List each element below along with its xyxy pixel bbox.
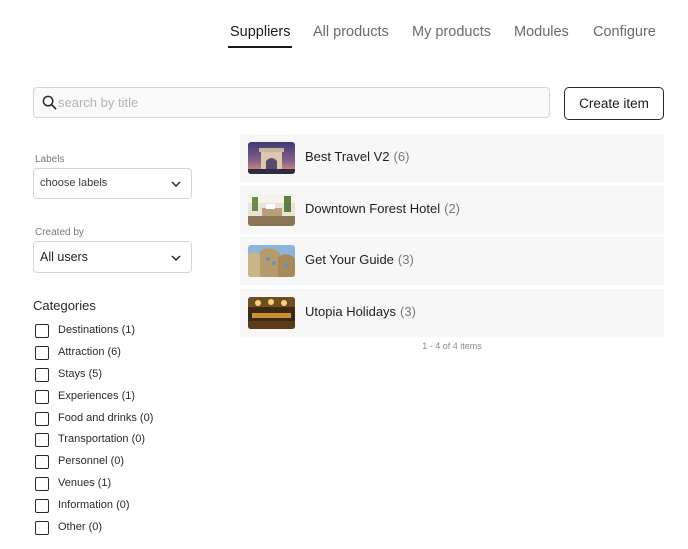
supplier-row[interactable]: Best Travel V2 (6) bbox=[240, 134, 664, 182]
search-icon bbox=[42, 95, 57, 110]
pagination-summary: 1 - 4 of 4 items bbox=[422, 341, 482, 351]
category-label: Transportation (0) bbox=[58, 433, 146, 445]
checkbox[interactable] bbox=[35, 368, 49, 382]
category-item[interactable]: Experiences (1) bbox=[35, 389, 195, 405]
tab-all-products[interactable]: All products bbox=[313, 22, 389, 42]
tab-modules[interactable]: Modules bbox=[514, 22, 569, 42]
supplier-count: (3) bbox=[400, 304, 416, 319]
tab-my-products[interactable]: My products bbox=[412, 22, 491, 42]
category-item[interactable]: Stays (5) bbox=[35, 367, 195, 383]
category-label: Information (0) bbox=[58, 499, 130, 511]
supplier-name: Downtown Forest Hotel bbox=[305, 201, 441, 216]
checkbox[interactable] bbox=[35, 390, 49, 404]
category-label: Venues (1) bbox=[58, 477, 112, 489]
labels-filter-label: Labels bbox=[35, 154, 65, 165]
created-by-filter-label: Created by bbox=[35, 227, 84, 238]
checkbox[interactable] bbox=[35, 346, 49, 360]
category-item[interactable]: Information (0) bbox=[35, 498, 195, 514]
hall-photo-icon bbox=[248, 297, 295, 329]
checkbox[interactable] bbox=[35, 499, 49, 513]
category-item[interactable]: Venues (1) bbox=[35, 476, 195, 492]
category-label: Other (0) bbox=[58, 521, 103, 533]
search-input[interactable] bbox=[58, 88, 538, 117]
supplier-count: (2) bbox=[444, 201, 461, 216]
tab-configure[interactable]: Configure bbox=[593, 22, 656, 42]
created-by-select[interactable]: All users bbox=[33, 241, 192, 273]
supplier-count: (6) bbox=[393, 149, 410, 164]
search-box bbox=[33, 87, 550, 118]
checkbox[interactable] bbox=[35, 412, 49, 426]
chevron-down-icon bbox=[171, 181, 181, 187]
category-item[interactable]: Food and drinks (0) bbox=[35, 411, 195, 427]
checkbox[interactable] bbox=[35, 455, 49, 469]
building-photo-icon bbox=[248, 245, 295, 277]
created-by-value: All users bbox=[40, 250, 88, 264]
category-label: Personnel (0) bbox=[58, 455, 125, 467]
tab-suppliers[interactable]: Suppliers bbox=[227, 22, 293, 48]
arch-photo-icon bbox=[248, 142, 295, 174]
supplier-row[interactable]: Downtown Forest Hotel (2) bbox=[240, 186, 664, 234]
supplier-row[interactable]: Get Your Guide (3) bbox=[240, 237, 664, 285]
labels-select-placeholder: choose labels bbox=[40, 177, 108, 189]
category-item[interactable]: Transportation (0) bbox=[35, 432, 195, 448]
checkbox[interactable] bbox=[35, 477, 49, 491]
top-nav: Suppliers All products My products Modul… bbox=[0, 22, 688, 48]
chevron-down-icon bbox=[171, 255, 181, 261]
supplier-name: Get Your Guide bbox=[305, 252, 394, 267]
checkbox[interactable] bbox=[35, 521, 49, 535]
categories-title: Categories bbox=[33, 298, 96, 313]
category-item[interactable]: Personnel (0) bbox=[35, 454, 195, 470]
supplier-row[interactable]: Utopia Holidays (3) bbox=[240, 289, 664, 337]
supplier-count: (3) bbox=[397, 252, 414, 267]
supplier-name: Best Travel V2 bbox=[305, 149, 390, 164]
checkbox[interactable] bbox=[35, 433, 49, 447]
create-item-button[interactable]: Create item bbox=[564, 87, 664, 120]
category-item[interactable]: Attraction (6) bbox=[35, 345, 195, 361]
category-label: Experiences (1) bbox=[58, 390, 136, 402]
category-item[interactable]: Other (0) bbox=[35, 520, 195, 536]
lobby-photo-icon bbox=[248, 194, 295, 226]
checkbox[interactable] bbox=[35, 324, 49, 338]
labels-select[interactable]: choose labels bbox=[33, 168, 192, 199]
category-label: Stays (5) bbox=[58, 368, 103, 380]
category-label: Attraction (6) bbox=[58, 346, 121, 358]
supplier-name: Utopia Holidays bbox=[305, 304, 397, 319]
category-label: Food and drinks (0) bbox=[58, 412, 154, 424]
category-item[interactable]: Destinations (1) bbox=[35, 323, 195, 339]
category-label: Destinations (1) bbox=[58, 324, 136, 336]
